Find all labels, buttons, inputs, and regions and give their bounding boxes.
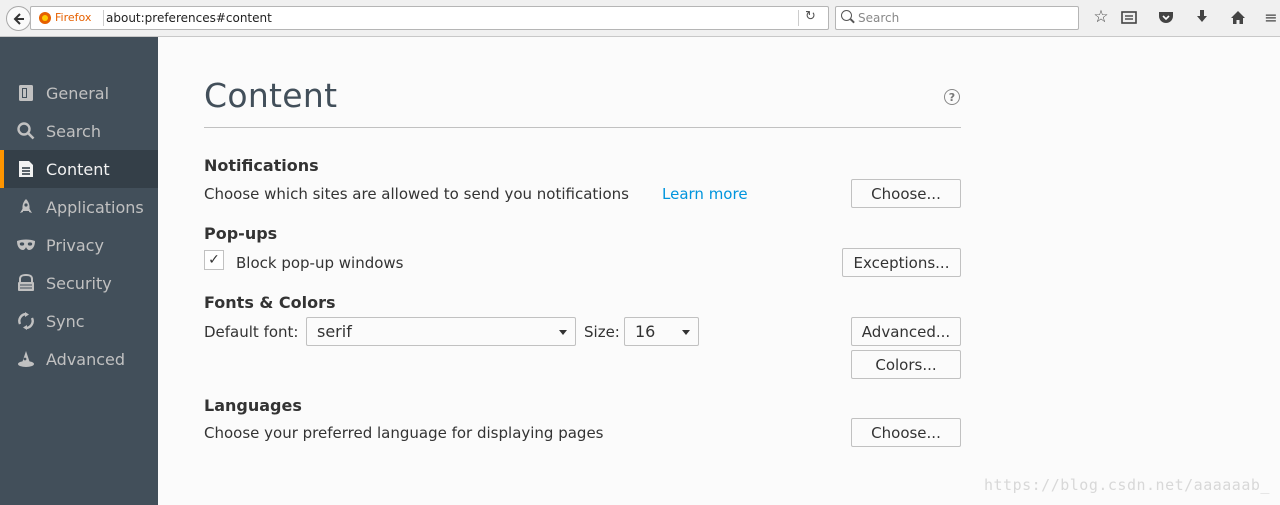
- sidebar-item-label: Privacy: [46, 235, 104, 255]
- home-icon[interactable]: [1227, 6, 1249, 28]
- url-divider: [103, 10, 104, 26]
- sidebar-item-general[interactable]: General: [0, 74, 158, 112]
- sync-icon: [16, 311, 36, 331]
- search-icon: [841, 10, 852, 21]
- search-placeholder: Search: [858, 11, 900, 25]
- security-icon: [16, 273, 36, 293]
- content-pane: Content ? Notifications Choose which sit…: [158, 37, 1280, 505]
- languages-heading: Languages: [204, 396, 302, 415]
- back-icon: [13, 12, 24, 25]
- sidebar-item-security[interactable]: Security: [0, 264, 158, 302]
- url-bar[interactable]: Firefox about:preferences#content ↻: [30, 6, 829, 30]
- search-bar[interactable]: Search: [835, 6, 1079, 30]
- block-popups-checkbox[interactable]: ✓: [204, 250, 224, 270]
- sidebar-item-label: Sync: [46, 311, 85, 331]
- sidebar-item-label: Security: [46, 273, 112, 293]
- learn-more-link[interactable]: Learn more: [662, 185, 748, 203]
- sidebar-item-sync[interactable]: Sync: [0, 302, 158, 340]
- help-icon[interactable]: ?: [944, 89, 960, 105]
- reload-divider: [798, 10, 799, 26]
- browser-toolbar: Firefox about:preferences#content ↻ Sear…: [0, 0, 1280, 37]
- notifications-choose-button[interactable]: Choose...: [851, 179, 961, 208]
- sidebar-item-label: General: [46, 83, 110, 103]
- font-size-label: Size:: [584, 323, 620, 341]
- search-icon: [16, 121, 36, 141]
- watermark-text: https://blog.csdn.net/aaaaaab_: [984, 476, 1270, 494]
- fonts-colors-heading: Fonts & Colors: [204, 293, 336, 312]
- sidebar-item-content[interactable]: Content: [0, 150, 158, 188]
- sidebar-item-label: Search: [46, 121, 101, 141]
- sidebar-item-privacy[interactable]: Privacy: [0, 226, 158, 264]
- font-size-value: 16: [635, 322, 656, 341]
- url-text[interactable]: about:preferences#content: [106, 11, 272, 25]
- advanced-wizard-icon: [16, 349, 36, 369]
- content-icon: [16, 159, 36, 179]
- chevron-down-icon: [682, 330, 690, 335]
- sidebar-item-applications[interactable]: Applications: [0, 188, 158, 226]
- privacy-mask-icon: [16, 235, 36, 255]
- menu-icon[interactable]: ≡: [1260, 6, 1280, 28]
- download-icon[interactable]: [1191, 6, 1213, 28]
- notifications-description: Choose which sites are allowed to send y…: [204, 185, 629, 203]
- default-font-select[interactable]: serif: [306, 317, 576, 346]
- block-popups-label[interactable]: Block pop-up windows: [236, 254, 404, 272]
- browser-identity-label: Firefox: [55, 11, 92, 24]
- sidebar-item-label: Content: [46, 159, 110, 179]
- preferences-sidebar: General Search Content Applications Priv…: [0, 37, 158, 505]
- title-divider: [204, 127, 961, 128]
- popups-heading: Pop-ups: [204, 224, 278, 243]
- default-font-label: Default font:: [204, 323, 299, 341]
- sidebar-item-search[interactable]: Search: [0, 112, 158, 150]
- reading-list-icon[interactable]: [1118, 6, 1140, 28]
- reload-icon[interactable]: ↻: [805, 9, 816, 24]
- notifications-heading: Notifications: [204, 156, 319, 175]
- languages-choose-button[interactable]: Choose...: [851, 418, 961, 447]
- bookmark-star-icon[interactable]: ☆: [1090, 6, 1112, 28]
- pocket-icon[interactable]: [1155, 6, 1177, 28]
- chevron-down-icon: [559, 330, 567, 335]
- sidebar-item-label: Advanced: [46, 349, 126, 369]
- default-font-value: serif: [317, 322, 352, 341]
- font-size-select[interactable]: 16: [624, 317, 699, 346]
- sidebar-item-advanced[interactable]: Advanced: [0, 340, 158, 378]
- sidebar-item-label: Applications: [46, 197, 144, 217]
- back-button[interactable]: [6, 6, 31, 31]
- general-icon: [16, 83, 36, 103]
- fonts-advanced-button[interactable]: Advanced...: [851, 317, 961, 346]
- applications-icon: [16, 197, 36, 217]
- popup-exceptions-button[interactable]: Exceptions...: [842, 248, 961, 277]
- colors-button[interactable]: Colors...: [851, 350, 961, 379]
- firefox-logo-icon: [39, 12, 51, 24]
- languages-description: Choose your preferred language for displ…: [204, 424, 604, 442]
- page-title: Content: [204, 76, 338, 115]
